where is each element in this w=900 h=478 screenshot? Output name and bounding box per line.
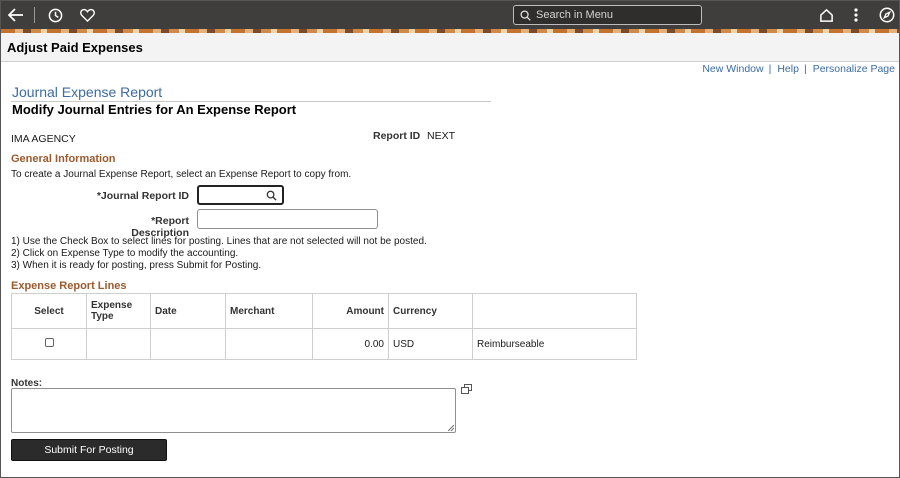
- back-arrow-icon[interactable]: [6, 5, 26, 25]
- amount-cell: 0.00: [312, 328, 389, 360]
- journal-report-id-label: *Journal Report ID: [96, 190, 189, 202]
- general-information-heading: General Information: [11, 153, 116, 165]
- report-id-value: NEXT: [427, 130, 456, 142]
- report-description-field[interactable]: [197, 209, 378, 229]
- merchant-cell: [225, 328, 313, 360]
- column-header-select: Select: [11, 293, 87, 329]
- lookup-icon[interactable]: [266, 190, 277, 201]
- expense-lines-table: Select Expense Type Date Merchant Amount…: [11, 293, 637, 360]
- clock-icon[interactable]: [45, 5, 65, 25]
- kebab-menu-icon[interactable]: [846, 5, 866, 25]
- date-cell: [150, 328, 226, 360]
- column-header-currency: Currency: [388, 293, 473, 329]
- search-placeholder: Search in Menu: [536, 9, 614, 21]
- search-input[interactable]: Search in Menu: [513, 5, 702, 25]
- column-header-expense-type-label: Expense Type: [91, 300, 133, 322]
- reimbursement-type-cell: Reimburseable: [472, 328, 637, 360]
- general-information-instruction: To create a Journal Expense Report, sele…: [11, 169, 352, 180]
- link-separator: |: [803, 63, 807, 75]
- expand-textarea-icon[interactable]: [461, 384, 472, 394]
- page-subtitle: Journal Expense Report: [12, 84, 163, 100]
- page-heading: Modify Journal Entries for An Expense Re…: [12, 102, 297, 117]
- report-id-label: Report ID: [373, 130, 421, 142]
- new-window-link[interactable]: New Window: [702, 63, 763, 75]
- personalize-page-link[interactable]: Personalize Page: [813, 63, 895, 75]
- help-link[interactable]: Help: [777, 63, 799, 75]
- page-links: New Window | Help | Personalize Page: [702, 63, 895, 75]
- agency-name: IMA AGENCY: [11, 133, 76, 145]
- notes-textarea[interactable]: [11, 388, 456, 433]
- home-icon[interactable]: [816, 5, 836, 25]
- submit-for-posting-button[interactable]: Submit For Posting: [11, 439, 167, 461]
- journal-report-id-field[interactable]: [197, 185, 284, 205]
- compass-icon[interactable]: [877, 5, 897, 25]
- toolbar-divider: [34, 7, 35, 23]
- expense-report-lines-heading: Expense Report Lines: [11, 280, 127, 292]
- column-header-expense-type: Expense Type: [86, 293, 151, 329]
- select-checkbox[interactable]: [44, 338, 54, 347]
- column-header-amount: Amount: [312, 293, 389, 329]
- currency-cell: USD: [388, 328, 473, 360]
- search-icon: [520, 9, 531, 21]
- resize-handle[interactable]: [448, 425, 454, 431]
- column-header-type: [472, 293, 637, 329]
- page-title-bar: Adjust Paid Expenses: [1, 33, 899, 62]
- table-header-row: Select Expense Type Date Merchant Amount…: [11, 293, 637, 329]
- heart-icon[interactable]: [77, 5, 97, 25]
- expense-type-cell[interactable]: [86, 328, 151, 360]
- table-row: 0.00 USD Reimburseable: [11, 328, 637, 360]
- page-title: Adjust Paid Expenses: [7, 40, 143, 55]
- column-header-merchant: Merchant: [225, 293, 313, 329]
- link-separator: |: [768, 63, 772, 75]
- instruction-line: 3) When it is ready for posting, press S…: [11, 260, 262, 271]
- column-header-date: Date: [150, 293, 226, 329]
- instruction-line: 2) Click on Expense Type to modify the a…: [11, 248, 239, 259]
- select-cell: [11, 328, 87, 360]
- top-navigation-bar: Search in Menu: [1, 1, 899, 29]
- instruction-line: 1) Use the Check Box to select lines for…: [11, 236, 427, 247]
